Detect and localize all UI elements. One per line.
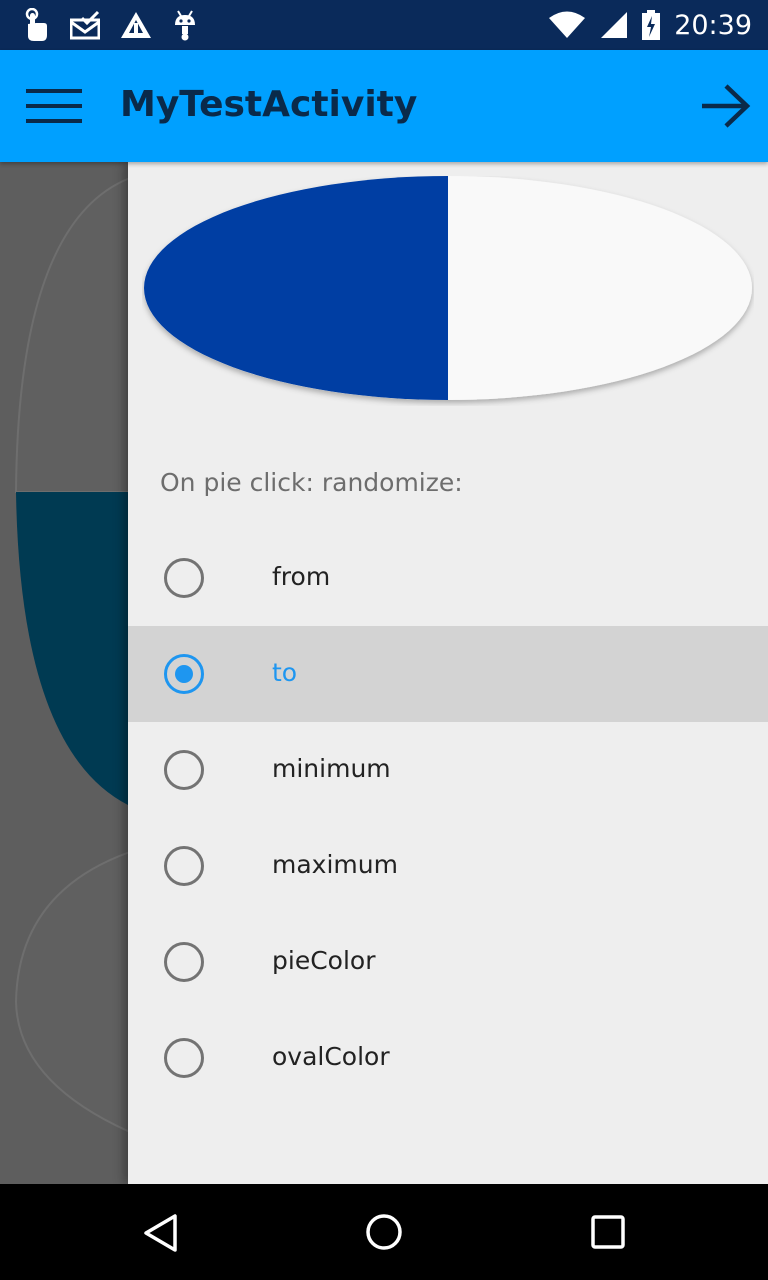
back-button[interactable] xyxy=(136,1208,186,1258)
next-button[interactable] xyxy=(696,80,756,132)
status-system-icons: 20:39 xyxy=(548,8,752,42)
background-content xyxy=(0,162,128,1184)
pie-oval[interactable] xyxy=(142,176,754,406)
background-pie-shape xyxy=(14,177,128,1133)
battery-charging-icon xyxy=(642,10,661,40)
option-label: pieColor xyxy=(272,946,376,975)
mail-check-icon xyxy=(70,10,100,40)
radio-button[interactable] xyxy=(164,750,204,790)
pie-chart-graphic[interactable] xyxy=(142,176,754,406)
option-label: ovalColor xyxy=(272,1042,390,1071)
option-minimum[interactable]: minimum xyxy=(128,722,768,818)
arrow-right-icon xyxy=(702,84,751,128)
section-label: On pie click: randomize: xyxy=(160,468,463,497)
option-label: to xyxy=(272,658,298,687)
page-title: MyTestActivity xyxy=(120,84,418,125)
option-from[interactable]: from xyxy=(128,530,768,626)
home-button[interactable] xyxy=(359,1208,409,1258)
radio-button[interactable] xyxy=(164,654,204,694)
hamburger-menu-icon xyxy=(26,89,82,123)
app-toolbar: MyTestActivity xyxy=(0,50,768,162)
randomize-options-list: from to minimum maximum pieColor ovalCol… xyxy=(128,530,768,1106)
status-notification-icons xyxy=(20,8,198,42)
option-to[interactable]: to xyxy=(128,626,768,722)
radio-button[interactable] xyxy=(164,846,204,886)
status-bar: 20:39 xyxy=(0,0,768,50)
touch-icon xyxy=(25,8,47,41)
signal-icon xyxy=(601,12,628,38)
back-triangle-icon xyxy=(144,1214,177,1252)
option-pie-color[interactable]: pieColor xyxy=(128,914,768,1010)
option-label: minimum xyxy=(272,754,391,783)
android-icon xyxy=(175,10,195,41)
option-label: from xyxy=(272,562,331,591)
pie-fill-segment xyxy=(144,176,448,400)
hamburger-menu-button[interactable] xyxy=(20,80,92,132)
settings-drawer: On pie click: randomize: from to minimum… xyxy=(128,162,768,1184)
radio-button[interactable] xyxy=(164,1038,204,1078)
option-label: maximum xyxy=(272,850,398,879)
radio-selected-dot xyxy=(175,665,193,683)
home-circle-icon xyxy=(366,1214,402,1250)
radio-button[interactable] xyxy=(164,558,204,598)
triangle-logo-icon xyxy=(121,12,151,38)
recents-button[interactable] xyxy=(583,1208,633,1258)
status-time: 20:39 xyxy=(674,9,752,41)
radio-button[interactable] xyxy=(164,942,204,982)
wifi-icon xyxy=(549,11,586,38)
recents-square-icon xyxy=(591,1215,625,1249)
option-oval-color[interactable]: ovalColor xyxy=(128,1010,768,1106)
option-maximum[interactable]: maximum xyxy=(128,818,768,914)
system-navigation-bar xyxy=(0,1184,768,1280)
